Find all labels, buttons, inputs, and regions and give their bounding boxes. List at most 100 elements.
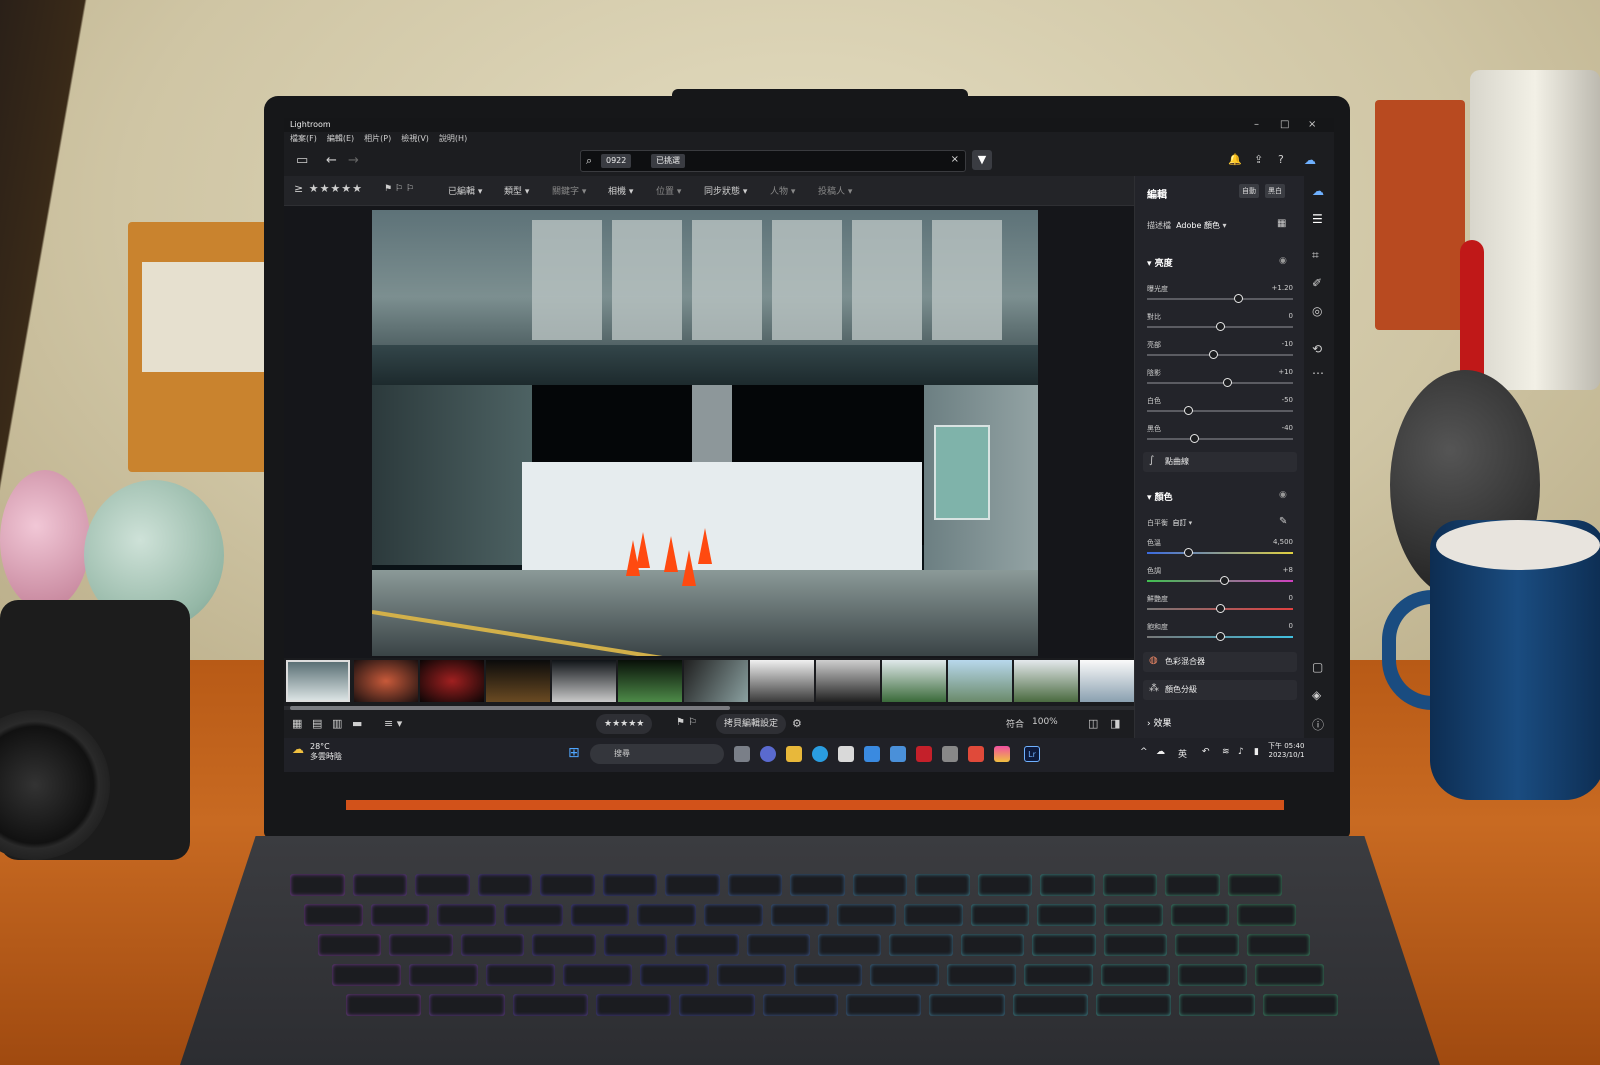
- visibility-eye-icon[interactable]: ◉: [1279, 256, 1287, 266]
- flag-icon[interactable]: ⚑ ⚐: [676, 717, 697, 728]
- menu-view[interactable]: 檢視(V): [401, 132, 429, 146]
- menu-photo[interactable]: 相片(P): [364, 132, 391, 146]
- more-icon[interactable]: ⋯: [1312, 366, 1324, 380]
- filter-type[interactable]: 類型 ▾: [504, 184, 529, 197]
- slider-track[interactable]: [1147, 552, 1293, 554]
- menu-file[interactable]: 檔案(F): [290, 132, 317, 146]
- search-input[interactable]: ⌕ 0922 已挑選 ×: [580, 150, 966, 172]
- rating-stars[interactable]: ★★★★★: [596, 714, 653, 734]
- minimize-icon[interactable]: –: [1254, 119, 1259, 130]
- edge-icon[interactable]: [812, 746, 828, 762]
- chat-icon[interactable]: [760, 746, 776, 762]
- slider-knob[interactable]: [1216, 632, 1225, 641]
- filter-icon[interactable]: ▼: [972, 150, 992, 170]
- filmstrip-thumb[interactable]: [486, 660, 550, 702]
- profile-selector[interactable]: 描述檔 Adobe 顏色 ▾: [1147, 220, 1227, 231]
- visibility-eye-icon[interactable]: ◉: [1279, 490, 1287, 500]
- app-icon[interactable]: [968, 746, 984, 762]
- help-icon[interactable]: ?: [1278, 153, 1284, 166]
- slider-5[interactable]: 黑色 -40: [1147, 424, 1293, 450]
- grid-medium-icon[interactable]: ▤: [312, 717, 322, 730]
- filmstrip-thumb[interactable]: [750, 660, 814, 702]
- slider-track[interactable]: [1147, 298, 1293, 300]
- info-icon[interactable]: ⓘ: [1312, 716, 1324, 733]
- comment-icon[interactable]: ▢: [1312, 660, 1323, 674]
- zoom-level[interactable]: 100%: [1032, 717, 1058, 727]
- slider-2[interactable]: 亮部 -10: [1147, 340, 1293, 366]
- slider-4[interactable]: 白色 -50: [1147, 396, 1293, 422]
- filmstrip-thumb[interactable]: [1014, 660, 1078, 702]
- filmstrip-thumb[interactable]: [420, 660, 484, 702]
- fit-label[interactable]: 符合: [1006, 717, 1024, 730]
- rating-filter[interactable]: ≥ ★★★★★: [294, 182, 363, 195]
- profile-browser-icon[interactable]: ▦: [1277, 218, 1286, 229]
- panel-toggle-icon[interactable]: ▭: [296, 153, 308, 168]
- slider-value[interactable]: 0: [1289, 594, 1293, 602]
- masking-icon[interactable]: ◎: [1312, 304, 1322, 318]
- filmstrip-thumb[interactable]: [618, 660, 682, 702]
- store-icon[interactable]: [838, 746, 854, 762]
- slider-value[interactable]: -50: [1282, 396, 1293, 404]
- copy-edit-settings-button[interactable]: 拷貝編輯設定: [716, 714, 787, 734]
- before-after-icon[interactable]: ◨: [1110, 717, 1120, 730]
- close-icon[interactable]: ×: [1308, 119, 1316, 130]
- slider-knob[interactable]: [1233, 294, 1243, 303]
- tray-chevron-icon[interactable]: ^: [1140, 747, 1148, 757]
- volume-icon[interactable]: ♪: [1238, 747, 1244, 757]
- crop-icon[interactable]: ⌗: [1312, 248, 1319, 263]
- color-section-header[interactable]: ▾ 顏色: [1147, 490, 1173, 503]
- slider-track[interactable]: [1147, 354, 1293, 356]
- lightroom-taskbar-icon[interactable]: Lr: [1024, 746, 1040, 762]
- filter-contributor[interactable]: 投稿人 ▾: [818, 184, 852, 197]
- point-curve-tool[interactable]: ∫ 點曲線: [1143, 452, 1297, 472]
- app-icon[interactable]: [890, 746, 906, 762]
- slider-knob[interactable]: [1216, 604, 1225, 613]
- app-icon[interactable]: [864, 746, 880, 762]
- settings-gear-icon[interactable]: ⚙: [792, 717, 802, 730]
- app-icon[interactable]: [994, 746, 1010, 762]
- menu-edit[interactable]: 編輯(E): [327, 132, 354, 146]
- wifi-icon[interactable]: ≋: [1222, 747, 1230, 757]
- main-photo[interactable]: [372, 210, 1038, 656]
- bell-icon[interactable]: 🔔: [1228, 153, 1242, 166]
- slider-knob[interactable]: [1183, 548, 1193, 557]
- slider-knob[interactable]: [1216, 322, 1225, 331]
- search-chip-album[interactable]: 0922: [601, 154, 632, 168]
- share-icon[interactable]: ⇪: [1254, 153, 1263, 166]
- slider-value[interactable]: 4,500: [1273, 538, 1293, 546]
- slider-0[interactable]: 曝光度 +1.20: [1147, 284, 1293, 310]
- auto-button[interactable]: 自動: [1239, 184, 1259, 198]
- slider-knob[interactable]: [1220, 576, 1230, 585]
- forward-arrow-icon[interactable]: →: [348, 153, 359, 168]
- cloud-sync-icon[interactable]: ☁: [1304, 153, 1316, 167]
- filter-keyword[interactable]: 關鍵字 ▾: [552, 184, 586, 197]
- slider-value[interactable]: +10: [1278, 368, 1293, 376]
- filmstrip-thumb[interactable]: [286, 660, 350, 702]
- filmstrip-thumb[interactable]: [684, 660, 748, 702]
- slider-3[interactable]: 陰影 +10: [1147, 368, 1293, 394]
- back-arrow-icon[interactable]: ←: [326, 153, 337, 168]
- onedrive-icon[interactable]: ☁: [1156, 747, 1165, 757]
- slider-1[interactable]: 對比 0: [1147, 312, 1293, 338]
- grid-large-icon[interactable]: ▥: [332, 717, 342, 730]
- light-section-header[interactable]: ▾ 亮度: [1147, 256, 1173, 269]
- slider-3[interactable]: 飽和度 0: [1147, 622, 1293, 648]
- slider-knob[interactable]: [1183, 406, 1193, 415]
- slider-2[interactable]: 鮮艷度 0: [1147, 594, 1293, 620]
- filter-edited[interactable]: 已編輯 ▾: [448, 184, 482, 197]
- slider-knob[interactable]: [1208, 350, 1218, 359]
- menu-help[interactable]: 說明(H): [439, 132, 467, 146]
- flag-filter-icon[interactable]: ⚑ ⚐ ⚐: [384, 184, 414, 194]
- slider-value[interactable]: -40: [1282, 424, 1293, 432]
- history-icon[interactable]: ⟲: [1312, 342, 1322, 356]
- file-explorer-icon[interactable]: [786, 746, 802, 762]
- color-grading-tool[interactable]: ⁂ 顏色分級: [1143, 680, 1297, 700]
- mcafee-icon[interactable]: [916, 746, 932, 762]
- weather-widget[interactable]: ☁ 28°C 多雲時陰: [292, 742, 342, 761]
- clear-search-icon[interactable]: ×: [951, 154, 959, 165]
- filter-location[interactable]: 位置 ▾: [656, 184, 681, 197]
- tag-icon[interactable]: ◈: [1312, 688, 1321, 702]
- task-view-icon[interactable]: [734, 746, 750, 762]
- filmstrip-thumb[interactable]: [816, 660, 880, 702]
- filmstrip-thumb[interactable]: [948, 660, 1012, 702]
